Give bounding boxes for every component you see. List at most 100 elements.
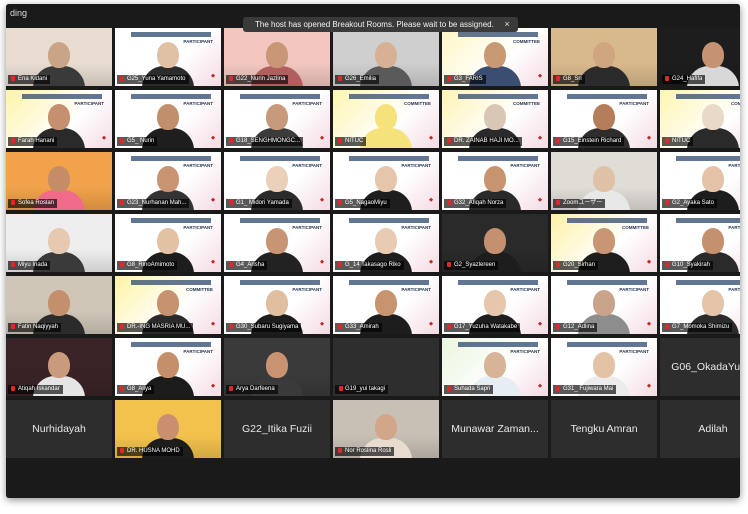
- participant-tile[interactable]: COMMITTEE ◆ G20_Sirhan: [551, 214, 657, 272]
- participant-tile[interactable]: G22_Itika Fuzii: [224, 400, 330, 458]
- participant-tile[interactable]: Adilah: [660, 400, 740, 458]
- participant-tile[interactable]: PARTICIPANT◆G10_Syakirah: [660, 214, 740, 272]
- participant-name-label: G5_NagaoMiyu: [335, 199, 390, 208]
- participant-tile[interactable]: PARTICIPANT ◆ G33_Amirah: [333, 276, 439, 334]
- muted-mic-icon: [556, 76, 560, 81]
- muted-mic-icon: [229, 386, 233, 391]
- person-shoulders: [687, 128, 739, 148]
- participant-tile[interactable]: COMMITTEE ◆ DR. ZAINAB HAJI MO...: [442, 90, 548, 148]
- participant-display-name: G06_OkadaYume: [671, 361, 740, 373]
- person-head: [702, 228, 724, 254]
- participant-tile[interactable]: PARTICIPANT ◆ G_14 Takasago Riko: [333, 214, 439, 272]
- participant-tile[interactable]: COMMITTEE ◆ DR.-ING MASRIA MU...: [115, 276, 221, 334]
- participant-name-label: DR. ZAINAB HAJI MO...: [444, 137, 522, 146]
- participant-gallery: Ena Kidani PARTICIPANT ◆ G25_Yuna Yamamoto G…: [6, 26, 740, 492]
- event-logo-icon: ◆: [320, 321, 324, 327]
- participant-name-label: NITUC: [662, 137, 694, 146]
- participant-tile[interactable]: Zoomユーザー: [551, 152, 657, 210]
- muted-mic-icon: [120, 138, 124, 143]
- participant-tile[interactable]: G8_Sri: [551, 28, 657, 86]
- participant-tile[interactable]: G19_yui takagi: [333, 338, 439, 396]
- participant-name-label: G8_Aliya: [117, 385, 155, 394]
- banner-logos: [131, 32, 211, 37]
- participant-tile[interactable]: PARTICIPANT◆G7_Momoka Shimizu: [660, 276, 740, 334]
- participant-tile[interactable]: COMMITTEE◆NITUC: [660, 90, 740, 148]
- banner-logos: [131, 156, 211, 161]
- participant-name-label: G20_Sirhan: [553, 261, 599, 270]
- participant-tile[interactable]: PARTICIPANT ◆ G17_Yuzuha Watakabe: [442, 276, 548, 334]
- participant-tile[interactable]: PARTICIPANT ◆ Suhada Sapri: [442, 338, 548, 396]
- participant-name-label: G30_Subaru Sugiyama: [226, 323, 302, 332]
- participant-name-label: G19_yui takagi: [335, 385, 389, 394]
- muted-mic-icon: [11, 76, 15, 81]
- participant-name-label: G2_Ayaka Sato: [662, 199, 717, 208]
- participant-tile[interactable]: DR. HUSNA MOHD: [115, 400, 221, 458]
- muted-mic-icon: [11, 262, 15, 267]
- banner-logos: [131, 342, 211, 347]
- banner-logos: [131, 218, 211, 223]
- participant-tile[interactable]: PARTICIPANT ◆ Farah Hanani: [6, 90, 112, 148]
- person-head: [48, 290, 70, 316]
- participant-tile[interactable]: PARTICIPANT ◆ G8_Aliya: [115, 338, 221, 396]
- participant-tile[interactable]: G24_Hafifa: [660, 28, 740, 86]
- participant-tile[interactable]: Arya Darfeena: [224, 338, 330, 396]
- participant-tile[interactable]: PARTICIPANT ◆ G5_ Nurin: [115, 90, 221, 148]
- participant-tile[interactable]: PARTICIPANT ◆ G15_Einstein Richard: [551, 90, 657, 148]
- muted-mic-icon: [556, 386, 560, 391]
- person-head: [157, 290, 179, 316]
- person-head: [375, 42, 397, 68]
- participant-tile[interactable]: PARTICIPANT ◆ G25_Yuna Yamamoto: [115, 28, 221, 86]
- participant-name-label: Suhada Sapri: [444, 385, 494, 394]
- participant-display-name: G22_Itika Fuzii: [241, 423, 313, 435]
- muted-mic-icon: [338, 262, 342, 267]
- participant-tile[interactable]: Ena Kidani: [6, 28, 112, 86]
- participant-tile[interactable]: G06_OkadaYume: [660, 338, 740, 396]
- participant-tile[interactable]: COMMITTEE ◆ G3_FARIS: [442, 28, 548, 86]
- muted-mic-icon: [447, 138, 451, 143]
- person-head: [702, 42, 724, 68]
- participant-tile[interactable]: PARTICIPANT◆G2_Ayaka Sato: [660, 152, 740, 210]
- muted-mic-icon: [11, 324, 15, 329]
- participant-tile[interactable]: G2_Syazlereen: [442, 214, 548, 272]
- participant-tile[interactable]: PARTICIPANT ◆ G30_Subaru Sugiyama: [224, 276, 330, 334]
- participant-name-label: G_14 Takasago Riko: [335, 261, 404, 270]
- participant-tile[interactable]: Tengku Amran: [551, 400, 657, 458]
- participant-tile[interactable]: PARTICIPANT ◆ G12_Adlina: [551, 276, 657, 334]
- banner-logos: [349, 156, 429, 161]
- muted-mic-icon: [229, 262, 233, 267]
- participant-tile[interactable]: COMMITTEE◆NITUC: [333, 90, 439, 148]
- participant-tile[interactable]: PARTICIPANT ◆ G31_ Fujiwara Mai: [551, 338, 657, 396]
- participant-name-label: G1_ Midori Yamada: [226, 199, 292, 208]
- muted-mic-icon: [447, 386, 451, 391]
- participant-tile[interactable]: Nurhidayah: [6, 400, 112, 458]
- participant-name-label: Zoomユーザー: [553, 199, 606, 208]
- participant-tile[interactable]: Munawar Zaman...: [442, 400, 548, 458]
- participant-tile[interactable]: PARTICIPANT ◆ G8_RinoAmimoto: [115, 214, 221, 272]
- event-logo-icon: ◆: [538, 73, 542, 79]
- event-logo-icon: ◆: [647, 259, 651, 265]
- participant-tile[interactable]: Nor Roslina Rosli: [333, 400, 439, 458]
- participant-tile[interactable]: G26_Emilia: [333, 28, 439, 86]
- participant-tile[interactable]: PARTICIPANT ◆ G18_SENGHMONGC...: [224, 90, 330, 148]
- participant-tile[interactable]: Miyu Inada: [6, 214, 112, 272]
- participant-display-name: Munawar Zaman...: [451, 423, 539, 435]
- participant-name-label: G17_Yuzuha Watakabe: [444, 323, 521, 332]
- participant-tile[interactable]: G22_Nurin Jazlina: [224, 28, 330, 86]
- participant-tile[interactable]: Atiqah Iskandar: [6, 338, 112, 396]
- participant-name-label: Atiqah Iskandar: [8, 385, 63, 394]
- person-head: [484, 228, 506, 254]
- participant-tile[interactable]: PARTICIPANT ◆ G4_Arisha: [224, 214, 330, 272]
- participant-tile[interactable]: PARTICIPANT ◆ G32_Afiqah Norza: [442, 152, 548, 210]
- person-head: [375, 290, 397, 316]
- event-logo-icon: ◆: [429, 135, 433, 141]
- participant-tile[interactable]: PARTICIPANT ◆ G1_ Midori Yamada: [224, 152, 330, 210]
- participant-tile[interactable]: Fatin Naqiyyah: [6, 276, 112, 334]
- participant-name-label: G8_Sri: [553, 75, 585, 84]
- participant-tile[interactable]: PARTICIPANT ◆ G23_Nurhanan Mah...: [115, 152, 221, 210]
- muted-mic-icon: [339, 386, 343, 391]
- participant-tile[interactable]: Sofea Roslan: [6, 152, 112, 210]
- banner-logos: [349, 94, 429, 99]
- close-icon[interactable]: ×: [505, 17, 510, 32]
- participant-name-label: G3_FARIS: [444, 75, 486, 84]
- participant-tile[interactable]: PARTICIPANT ◆ G5_NagaoMiyu: [333, 152, 439, 210]
